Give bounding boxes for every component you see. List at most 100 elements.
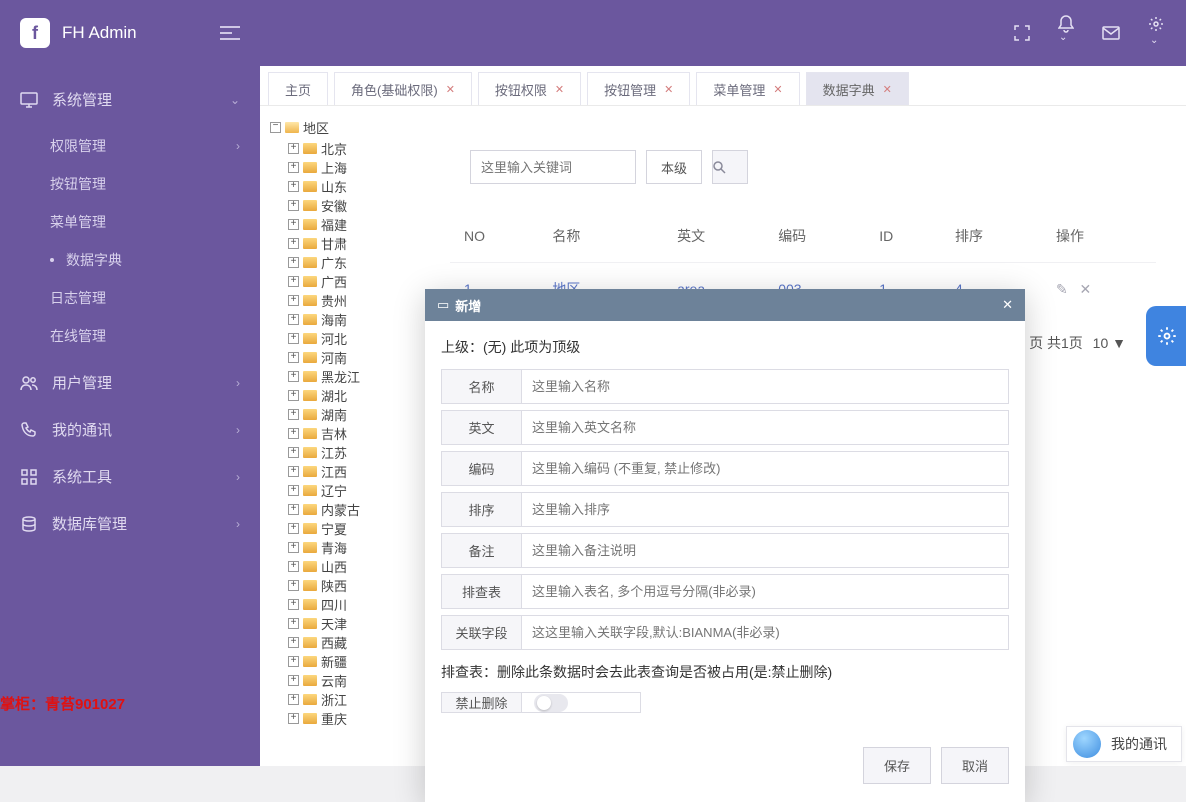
expand-icon[interactable]: + [288, 276, 299, 287]
modal-header[interactable]: ▭ 新增 ✕ [425, 289, 1025, 321]
tree-node[interactable]: +内蒙古 [270, 500, 430, 519]
close-icon[interactable]: ✕ [883, 83, 892, 96]
expand-icon[interactable]: + [288, 181, 299, 192]
sub-button-mgmt[interactable]: 按钮管理 [0, 165, 260, 203]
chat-widget[interactable]: 我的通讯 [1066, 726, 1182, 762]
tree-node[interactable]: +天津 [270, 614, 430, 633]
expand-icon[interactable]: + [288, 409, 299, 420]
tree-node[interactable]: +山东 [270, 177, 430, 196]
delete-icon[interactable]: ✕ [1079, 281, 1091, 297]
tree-node[interactable]: +四川 [270, 595, 430, 614]
tree-node[interactable]: +河北 [270, 329, 430, 348]
close-icon[interactable]: ✕ [555, 83, 564, 96]
close-icon[interactable]: ✕ [446, 83, 455, 96]
tab-btn-perm[interactable]: 按钮权限✕ [478, 72, 581, 105]
field-input[interactable] [522, 452, 1008, 485]
nav-comm[interactable]: 我的通讯 › [0, 406, 260, 453]
expand-icon[interactable]: + [288, 542, 299, 553]
tree-node[interactable]: +宁夏 [270, 519, 430, 538]
expand-icon[interactable]: + [288, 580, 299, 591]
search-input[interactable] [470, 150, 636, 184]
expand-icon[interactable]: + [288, 523, 299, 534]
tree-node[interactable]: +新疆 [270, 652, 430, 671]
tree-node[interactable]: +湖北 [270, 386, 430, 405]
expand-icon[interactable]: + [288, 295, 299, 306]
expand-icon[interactable]: + [288, 371, 299, 382]
forbid-delete-switch[interactable] [534, 694, 568, 712]
close-icon[interactable]: ✕ [664, 83, 673, 96]
field-input[interactable] [522, 411, 1008, 444]
collapse-icon[interactable]: − [270, 122, 281, 133]
tree-node[interactable]: +贵州 [270, 291, 430, 310]
close-icon[interactable]: ✕ [1002, 297, 1013, 313]
edit-icon[interactable]: ✎ [1056, 281, 1068, 297]
expand-icon[interactable]: + [288, 561, 299, 572]
tree-node[interactable]: +广东 [270, 253, 430, 272]
expand-icon[interactable]: + [288, 599, 299, 610]
expand-icon[interactable]: + [288, 694, 299, 705]
expand-icon[interactable]: + [288, 713, 299, 724]
sub-menu-mgmt[interactable]: 菜单管理 [0, 203, 260, 241]
sub-data-dict[interactable]: 数据字典 [0, 241, 260, 279]
tree-node[interactable]: +浙江 [270, 690, 430, 709]
sub-log-mgmt[interactable]: 日志管理 [0, 279, 260, 317]
fullscreen-icon[interactable] [1014, 25, 1030, 41]
expand-icon[interactable]: + [288, 162, 299, 173]
field-input[interactable] [522, 534, 1008, 567]
tree-node[interactable]: +青海 [270, 538, 430, 557]
expand-icon[interactable]: + [288, 428, 299, 439]
tree-node[interactable]: +湖南 [270, 405, 430, 424]
expand-icon[interactable]: + [288, 238, 299, 249]
level-button[interactable]: 本级 [646, 150, 702, 184]
sub-permission[interactable]: 权限管理› [0, 127, 260, 165]
expand-icon[interactable]: + [288, 637, 299, 648]
expand-icon[interactable]: + [288, 352, 299, 363]
tree-node[interactable]: +吉林 [270, 424, 430, 443]
nav-system[interactable]: 系统管理 ⌄ [0, 76, 260, 123]
tree-node[interactable]: +云南 [270, 671, 430, 690]
expand-icon[interactable]: + [288, 618, 299, 629]
expand-icon[interactable]: + [288, 504, 299, 515]
tree-node[interactable]: +河南 [270, 348, 430, 367]
sub-online-mgmt[interactable]: 在线管理 [0, 317, 260, 355]
field-input[interactable] [522, 370, 1008, 403]
tree-node[interactable]: +安徽 [270, 196, 430, 215]
expand-icon[interactable]: + [288, 333, 299, 344]
field-input[interactable] [522, 575, 1008, 608]
expand-icon[interactable]: + [288, 314, 299, 325]
expand-icon[interactable]: + [288, 390, 299, 401]
tree-node[interactable]: +甘肃 [270, 234, 430, 253]
nav-tools[interactable]: 系统工具 › [0, 453, 260, 500]
expand-icon[interactable]: + [288, 143, 299, 154]
tree-node[interactable]: +黑龙江 [270, 367, 430, 386]
expand-icon[interactable]: + [288, 219, 299, 230]
tree-node[interactable]: +海南 [270, 310, 430, 329]
expand-icon[interactable]: + [288, 257, 299, 268]
bell-icon[interactable]: ⌄ [1058, 15, 1074, 51]
tree-node[interactable]: +北京 [270, 139, 430, 158]
tab-menu-mgmt[interactable]: 菜单管理✕ [696, 72, 799, 105]
tree-node[interactable]: +辽宁 [270, 481, 430, 500]
expand-icon[interactable]: + [288, 485, 299, 496]
page-size-select[interactable]: 10 ▼ [1093, 335, 1126, 351]
tree-node[interactable]: +上海 [270, 158, 430, 177]
close-icon[interactable]: ✕ [773, 83, 782, 96]
field-input[interactable] [522, 616, 1008, 649]
expand-icon[interactable]: + [288, 466, 299, 477]
tree-node[interactable]: +江苏 [270, 443, 430, 462]
expand-icon[interactable]: + [288, 656, 299, 667]
tab-data-dict[interactable]: 数据字典✕ [806, 72, 909, 105]
tree-node[interactable]: +广西 [270, 272, 430, 291]
tree-node[interactable]: +福建 [270, 215, 430, 234]
nav-users[interactable]: 用户管理 › [0, 359, 260, 406]
tree-node[interactable]: +重庆 [270, 709, 430, 728]
gear-icon[interactable]: ⌄ [1148, 16, 1164, 50]
field-input[interactable] [522, 493, 1008, 526]
tab-home[interactable]: 主页 [268, 72, 328, 105]
expand-icon[interactable]: + [288, 200, 299, 211]
expand-icon[interactable]: + [288, 447, 299, 458]
tree-node[interactable]: +西藏 [270, 633, 430, 652]
expand-icon[interactable]: + [288, 675, 299, 686]
nav-db[interactable]: 数据库管理 › [0, 500, 260, 547]
mail-icon[interactable] [1102, 26, 1120, 40]
